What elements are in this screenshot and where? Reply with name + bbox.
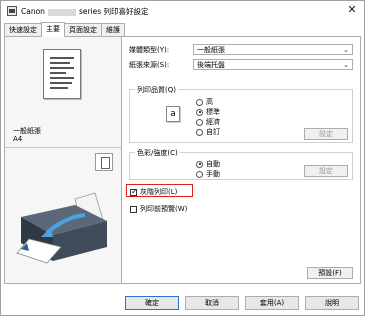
preview-before-print-option[interactable]: 列印前預覽(W) — [130, 204, 187, 214]
radio-icon[interactable] — [196, 118, 203, 126]
cancel-button[interactable]: 取消 — [185, 296, 239, 310]
preview-media-info: 一般紙張 A4 — [13, 127, 41, 143]
preview-text-line — [50, 77, 74, 79]
preview-text-line — [50, 62, 70, 64]
preview-divider — [5, 147, 121, 148]
preview-text-line — [50, 57, 74, 59]
color-settings-button[interactable]: 設定 — [304, 165, 348, 177]
apply-button[interactable]: 套用(A) — [245, 296, 299, 310]
color-intensity-label: 色彩/強度(C) — [135, 148, 180, 158]
radio-icon[interactable] — [196, 128, 203, 136]
radio-selected-icon[interactable] — [196, 160, 203, 168]
color-option-auto[interactable]: 自動 — [196, 159, 220, 169]
settings-pane: 媒體類型(Y): 一般紙張 ⌄ 紙張來源(S): 後端托盤 ⌄ 列印品質(Q) … — [123, 37, 360, 283]
preview-text-line — [50, 87, 68, 89]
print-quality-group: 列印品質(Q) a 高 標準 經濟 自訂 設定 — [129, 85, 353, 143]
print-quality-label: 列印品質(Q) — [135, 85, 178, 95]
color-option-label: 自動 — [206, 160, 220, 168]
printer-app-icon — [7, 6, 17, 16]
checkbox-icon[interactable] — [130, 205, 137, 213]
help-button[interactable]: 說明 — [305, 296, 359, 310]
tab-strip: 快速設定 主要 頁面設定 維護 — [4, 22, 125, 37]
tab-page-setup[interactable]: 頁面設定 — [64, 23, 102, 36]
quality-option-standard[interactable]: 標準 — [196, 107, 220, 117]
quality-option-economy[interactable]: 經濟 — [196, 117, 220, 127]
color-option-manual[interactable]: 手動 — [196, 169, 220, 179]
document-preview — [43, 49, 81, 99]
paper-source-label: 紙張來源(S): — [129, 61, 170, 69]
grayscale-print-option[interactable]: 灰階列印(L) — [130, 187, 177, 197]
quality-option-high[interactable]: 高 — [196, 97, 213, 107]
quality-settings-button[interactable]: 設定 — [304, 128, 348, 140]
media-type-select[interactable]: 一般紙張 ⌄ — [193, 44, 353, 55]
chevron-down-icon: ⌄ — [343, 61, 349, 69]
close-icon[interactable]: ✕ — [346, 4, 358, 16]
preview-media-name: 一般紙張 — [13, 127, 41, 135]
title-brand: Canon — [21, 7, 45, 16]
tab-maintenance[interactable]: 維護 — [101, 23, 125, 36]
media-type-label: 媒體類型(Y): — [129, 46, 170, 54]
radio-icon[interactable] — [196, 170, 203, 178]
paper-source-select[interactable]: 後端托盤 ⌄ — [193, 59, 353, 70]
tab-main[interactable]: 主要 — [41, 22, 65, 37]
model-name-redaction — [47, 8, 76, 16]
chevron-down-icon: ⌄ — [343, 46, 349, 54]
media-type-value: 一般紙張 — [197, 46, 225, 54]
paper-orientation-icon — [95, 153, 113, 171]
quality-option-label: 自訂 — [206, 128, 220, 136]
radio-icon[interactable] — [196, 98, 203, 106]
preview-before-print-label: 列印前預覽(W) — [140, 205, 188, 213]
color-intensity-group: 色彩/強度(C) 自動 手動 設定 — [129, 148, 353, 180]
tab-quick-setup[interactable]: 快速設定 — [4, 23, 42, 36]
ok-button[interactable]: 確定 — [125, 296, 179, 310]
color-option-label: 手動 — [206, 170, 220, 178]
window-title: Canon series 列印喜好設定 — [21, 6, 149, 17]
preview-text-line — [50, 72, 66, 74]
preview-text-line — [50, 67, 74, 69]
preview-paper-size: A4 — [13, 135, 23, 143]
preview-pane: 一般紙張 A4 — [5, 37, 122, 283]
main-tab-panel: 一般紙張 A4 媒體類型(Y): 一般紙張 ⌄ 紙張來源(S): 後端托盤 ⌄ … — [4, 36, 361, 284]
printer-illustration-icon — [16, 192, 107, 264]
quality-option-label: 經濟 — [206, 118, 220, 126]
grayscale-print-label: 灰階列印(L) — [140, 188, 178, 196]
quality-option-label: 高 — [206, 98, 213, 106]
paper-source-value: 後端托盤 — [197, 61, 225, 69]
quality-preview-icon: a — [166, 106, 180, 122]
preview-text-line — [50, 82, 72, 84]
title-suffix: series 列印喜好設定 — [78, 7, 149, 16]
quality-option-custom[interactable]: 自訂 — [196, 127, 220, 137]
checkbox-checked-icon[interactable] — [130, 187, 138, 197]
radio-selected-icon[interactable] — [196, 108, 203, 116]
title-bar: Canon series 列印喜好設定 ✕ — [1, 1, 364, 21]
defaults-button[interactable]: 預設(F) — [307, 267, 353, 279]
print-preferences-window: Canon series 列印喜好設定 ✕ 快速設定 主要 頁面設定 維護 一般紙… — [0, 0, 365, 316]
quality-option-label: 標準 — [206, 108, 220, 116]
